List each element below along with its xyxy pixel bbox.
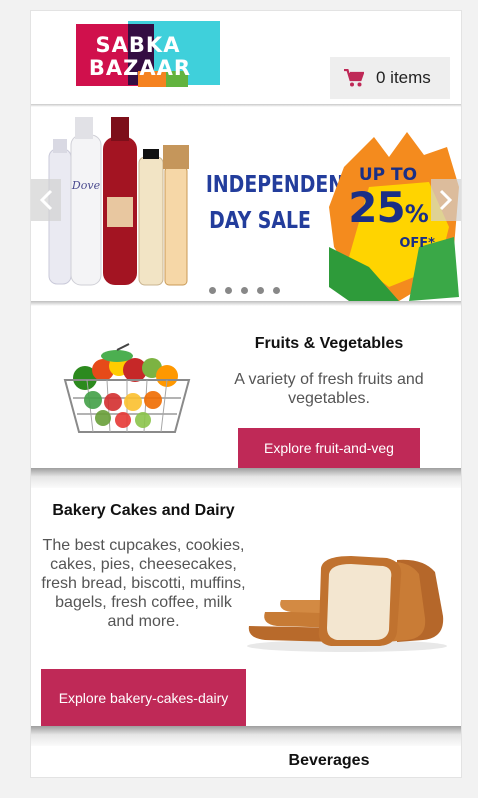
- promo-line3: OFF*: [399, 236, 435, 251]
- category-description: A variety of fresh fruits and vegetables…: [234, 371, 424, 407]
- category-divider: [31, 468, 461, 490]
- fruit-basket-image: [63, 343, 191, 433]
- category-fruits-vegetables: Fruits & Vegetables A variety of fresh f…: [31, 306, 461, 468]
- promo-line1: UP TO: [358, 165, 418, 185]
- product-bottles-image: Dove: [48, 117, 189, 286]
- bread-image: [247, 556, 447, 652]
- banner-title: INDEPENDENCE DAY SALE: [205, 167, 371, 239]
- logo-text-line2: BAZAAR: [88, 56, 192, 80]
- logo-text-line1: SABKA: [95, 33, 181, 57]
- chevron-right-icon: [439, 189, 453, 211]
- svg-text:Dove: Dove: [71, 179, 101, 192]
- cart-button[interactable]: 0 items: [330, 57, 450, 99]
- carousel-dot[interactable]: [209, 287, 216, 294]
- carousel-dots: [209, 287, 280, 294]
- banner-title-line1: INDEPENDENCE: [205, 172, 371, 198]
- carousel-dot[interactable]: [225, 287, 232, 294]
- sabka-bazaar-logo[interactable]: SABKA BAZAAR: [76, 21, 220, 87]
- category-divider: [31, 726, 461, 748]
- carousel-dot[interactable]: [273, 287, 280, 294]
- cart-count: 0 items: [376, 68, 431, 87]
- promo-percent: %: [404, 200, 429, 228]
- promo-badge: UP TO 25% OFF*: [333, 165, 443, 251]
- carousel-dot[interactable]: [241, 287, 248, 294]
- category-title: Bakery Cakes and Dairy: [52, 502, 235, 519]
- carousel-prev-button[interactable]: [31, 179, 61, 221]
- app-container: SABKA BAZAAR 0 items Dove INDEPENDENCE D…: [30, 10, 462, 778]
- promo-value: 25: [348, 183, 405, 232]
- category-title: Fruits & Vegetables: [254, 335, 404, 352]
- cart-icon: [344, 69, 364, 87]
- carousel-next-button[interactable]: [431, 179, 461, 221]
- category-title: Beverages: [288, 752, 370, 769]
- offers-carousel[interactable]: Dove INDEPENDENCE DAY SALE UP TO 25% OFF…: [31, 107, 461, 301]
- category-beverages: Beverages: [31, 746, 461, 777]
- explore-bakery-cakes-dairy-button[interactable]: Explore bakery-cakes-dairy: [41, 669, 246, 727]
- explore-fruit-and-veg-button[interactable]: Explore fruit-and-veg: [238, 428, 420, 468]
- category-bakery-cakes-dairy: Bakery Cakes and Dairy The best cupcakes…: [31, 488, 461, 727]
- header: SABKA BAZAAR 0 items: [31, 11, 461, 105]
- chevron-left-icon: [39, 189, 53, 211]
- carousel-dot[interactable]: [257, 287, 264, 294]
- banner-title-line2: DAY SALE: [209, 208, 311, 234]
- category-description: The best cupcakes, cookies, cakes, pies,…: [41, 537, 246, 630]
